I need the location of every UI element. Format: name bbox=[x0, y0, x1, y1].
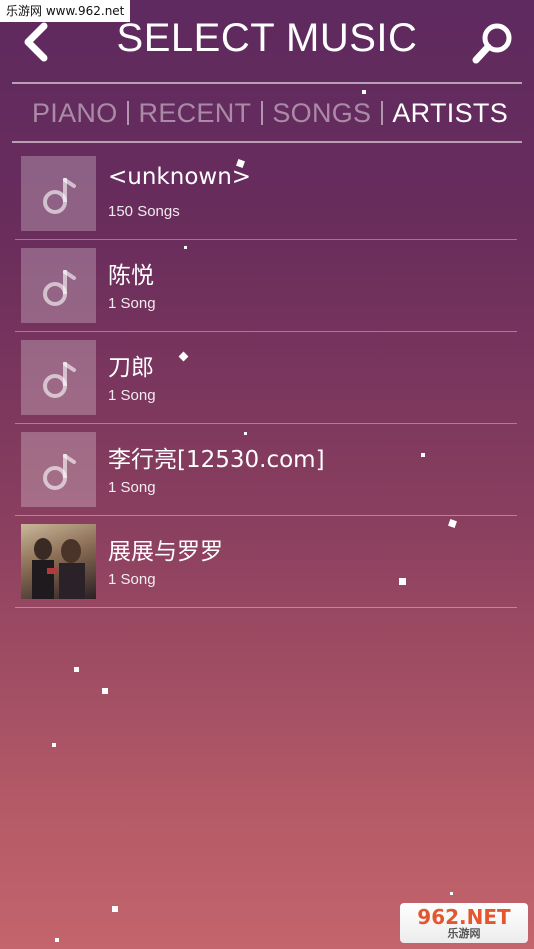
artist-thumbnail bbox=[21, 248, 96, 323]
particle bbox=[244, 432, 247, 435]
song-count: 150 Songs bbox=[108, 203, 180, 220]
artist-name: 陈悦 bbox=[108, 263, 154, 289]
search-button[interactable] bbox=[470, 20, 516, 66]
watermark-logo: 962.NET 乐游网 bbox=[400, 903, 528, 943]
particle bbox=[362, 90, 366, 94]
tab-separator bbox=[381, 101, 383, 125]
song-count: 1 Song bbox=[108, 571, 156, 588]
music-note-icon bbox=[42, 269, 76, 306]
list-item[interactable]: 李行亮[12530.com] 1 Song bbox=[15, 424, 517, 516]
album-photo bbox=[21, 524, 96, 599]
song-count: 1 Song bbox=[108, 479, 156, 496]
particle bbox=[74, 667, 79, 672]
tab-separator bbox=[261, 101, 263, 125]
artist-thumbnail bbox=[21, 340, 96, 415]
artist-thumbnail bbox=[21, 432, 96, 507]
song-count: 1 Song bbox=[108, 387, 156, 404]
music-note-icon bbox=[42, 177, 76, 214]
list-item[interactable]: 刀郎 1 Song bbox=[15, 332, 517, 424]
particle bbox=[55, 938, 59, 942]
tab-separator bbox=[127, 101, 129, 125]
particle bbox=[399, 578, 406, 585]
tab-piano[interactable]: PIANO bbox=[32, 98, 118, 129]
artist-name: 刀郎 bbox=[108, 355, 154, 381]
list-item[interactable]: <unknown> 150 Songs bbox=[15, 148, 517, 240]
tabs-divider bbox=[12, 141, 522, 143]
particle bbox=[112, 906, 118, 912]
particle bbox=[450, 892, 453, 895]
particle bbox=[184, 246, 187, 249]
list-item[interactable]: 展展与罗罗 1 Song bbox=[15, 516, 517, 608]
tab-bar: PIANO RECENT SONGS ARTISTS bbox=[12, 86, 522, 140]
watermark-main: 962.NET bbox=[417, 904, 511, 929]
list-item[interactable]: 陈悦 1 Song bbox=[15, 240, 517, 332]
tab-recent[interactable]: RECENT bbox=[139, 98, 252, 129]
music-note-icon bbox=[42, 453, 76, 490]
particle bbox=[102, 688, 108, 694]
artist-name: 李行亮[12530.com] bbox=[108, 447, 325, 473]
song-count: 1 Song bbox=[108, 295, 156, 312]
page-title: SELECT MUSIC bbox=[116, 16, 418, 60]
particle bbox=[421, 453, 425, 457]
music-note-icon bbox=[42, 361, 76, 398]
tab-songs[interactable]: SONGS bbox=[272, 98, 371, 129]
artist-thumbnail bbox=[21, 156, 96, 231]
search-icon bbox=[472, 23, 512, 64]
header: SELECT MUSIC bbox=[0, 0, 534, 82]
tab-artists[interactable]: ARTISTS bbox=[392, 98, 508, 129]
artist-name: 展展与罗罗 bbox=[108, 539, 223, 565]
artist-name: <unknown> bbox=[108, 164, 252, 190]
header-divider bbox=[12, 82, 522, 84]
album-photo-art bbox=[32, 538, 85, 599]
artist-list: <unknown> 150 Songs 陈悦 1 Song 刀郎 1 Song bbox=[15, 148, 517, 608]
particle bbox=[52, 743, 56, 747]
watermark-sub: 乐游网 bbox=[447, 926, 481, 940]
